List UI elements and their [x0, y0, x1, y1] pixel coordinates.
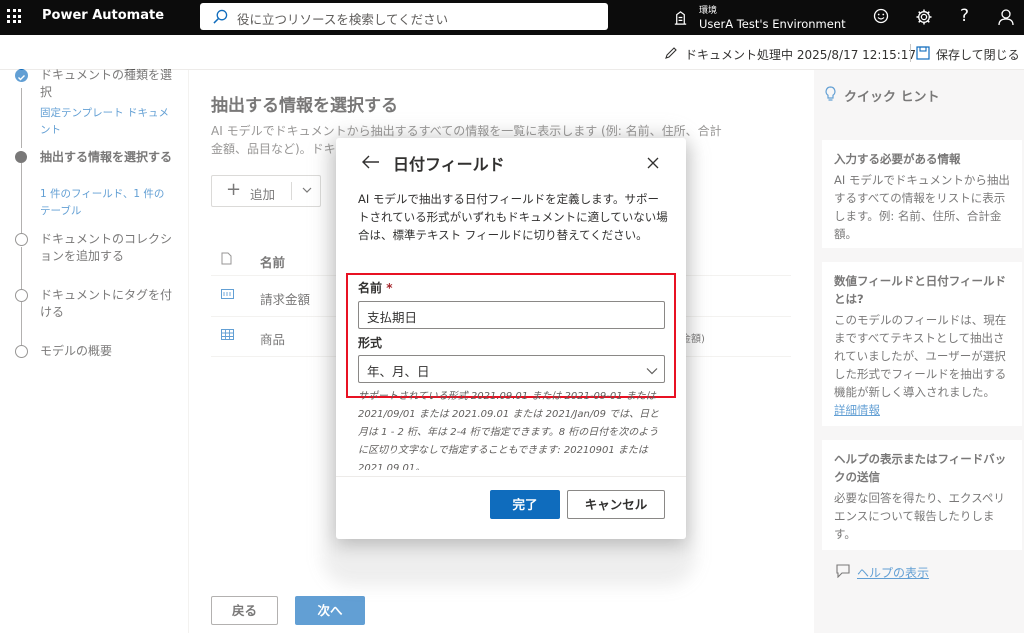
- processing-status-text: ドキュメント処理中 2025/8/17 12:15:17: [685, 48, 917, 62]
- save-icon: [916, 46, 930, 60]
- feedback-smiley-icon[interactable]: [873, 8, 889, 24]
- save-and-close-label: 保存して閉じる: [936, 48, 1020, 62]
- required-mark: *: [386, 281, 393, 295]
- environment-name: UserA Test's Environment: [699, 17, 846, 31]
- format-dropdown[interactable]: 年、月、日: [358, 355, 665, 383]
- dialog-title: 日付フィールド: [393, 155, 505, 174]
- name-field-label: 名前 *: [358, 281, 393, 295]
- help-icon[interactable]: ?: [960, 6, 969, 26]
- cancel-button[interactable]: キャンセル: [567, 490, 665, 519]
- pencil-icon: [665, 47, 677, 59]
- close-icon[interactable]: [647, 157, 659, 169]
- format-selected-value: 年、月、日: [367, 364, 430, 379]
- top-bar: Power Automate 役に立つリソースを検索してください 環境 User…: [0, 0, 1024, 35]
- command-bar: ドキュメント処理中 2025/8/17 12:15:17 保存して閉じる: [0, 35, 1024, 70]
- chevron-down-icon: [646, 368, 658, 375]
- app-name[interactable]: Power Automate: [42, 8, 164, 23]
- format-hint-text: サポートされている形式 2021.09.01 または 2021-09-01 また…: [358, 391, 660, 470]
- format-field-label: 形式: [358, 336, 383, 350]
- search-icon: [213, 9, 228, 24]
- search-placeholder: 役に立つリソースを検索してください: [237, 12, 449, 27]
- dialog-footer-divider: [336, 476, 686, 477]
- environment-label: 環境: [699, 6, 718, 16]
- gear-icon[interactable]: [915, 8, 933, 26]
- command-separator: [910, 44, 911, 62]
- environment-picker[interactable]: 環境 UserA Test's Environment: [699, 3, 846, 31]
- back-arrow-icon[interactable]: [362, 155, 380, 169]
- dialog-description: AI モデルで抽出する日付フィールドを定義します。サポートされている形式がいずれ…: [358, 192, 668, 242]
- search-box[interactable]: 役に立つリソースを検索してください: [200, 3, 608, 30]
- name-field[interactable]: 支払期日: [358, 301, 665, 329]
- app-launcher-icon[interactable]: [7, 9, 21, 23]
- environment-icon[interactable]: [672, 9, 689, 26]
- date-field-dialog: 日付フィールド AI モデルで抽出する日付フィールドを定義します。サポートされて…: [336, 138, 686, 539]
- user-account-icon[interactable]: [997, 8, 1015, 26]
- done-button[interactable]: 完了: [490, 490, 560, 519]
